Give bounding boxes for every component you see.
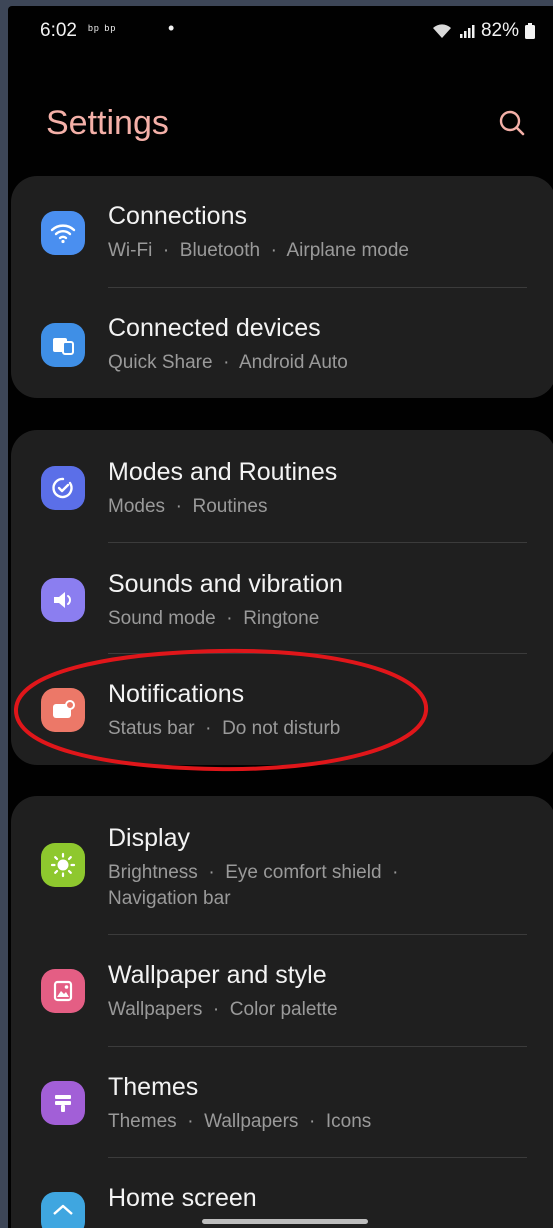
setting-notifications[interactable]: Notifications Status bar · Do not distur… <box>11 653 553 765</box>
setting-display[interactable]: Display Brightness · Eye comfort shield … <box>11 796 553 934</box>
setting-wallpaper-and-style[interactable]: Wallpaper and style Wallpapers · Color p… <box>11 934 553 1046</box>
status-time: 6:02 <box>40 20 77 41</box>
status-right: 82% <box>431 20 535 42</box>
settings-screen: 6:02 ᵇᵖ ᵇᵖ • 82% Settings Connections Wi… <box>8 6 553 1228</box>
setting-summary: Modes · Routines <box>108 496 268 517</box>
notification-icon <box>41 688 85 732</box>
status-bar: 6:02 ᵇᵖ ᵇᵖ • 82% <box>8 6 553 58</box>
battery-percent: 82% <box>480 20 519 41</box>
page-title: Settings <box>46 104 169 142</box>
setting-themes[interactable]: Themes Themes · Wallpapers · Icons <box>11 1046 553 1158</box>
signal-icon <box>459 23 475 39</box>
setting-connections[interactable]: Connections Wi-Fi · Bluetooth · Airplane… <box>11 176 553 288</box>
setting-label: Themes <box>108 1073 199 1101</box>
setting-summary: Brightness · Eye comfort shield · Navigat… <box>108 862 399 909</box>
devices-icon <box>41 323 85 367</box>
home-icon <box>41 1192 85 1228</box>
search-icon <box>499 110 525 136</box>
setting-summary: Status bar · Do not disturb <box>108 718 341 739</box>
setting-home-screen[interactable]: Home screen <box>11 1157 553 1228</box>
setting-label: Notifications <box>108 680 245 708</box>
setting-connected-devices[interactable]: Connected devices Quick Share · Android … <box>11 287 553 399</box>
setting-label: Connected devices <box>108 314 321 342</box>
status-dot: • <box>168 18 175 38</box>
wifi-icon <box>41 211 85 255</box>
setting-summary: Themes · Wallpapers · Icons <box>108 1111 372 1132</box>
speaker-icon <box>41 578 85 622</box>
setting-label: Wallpaper and style <box>108 961 327 989</box>
search-button[interactable] <box>492 104 532 144</box>
setting-summary: Wallpapers · Color palette <box>108 999 338 1020</box>
brightness-icon <box>41 843 85 887</box>
setting-modes-and-routines[interactable]: Modes and Routines Modes · Routines <box>11 430 553 542</box>
notification-status-icons: ᵇᵖ ᵇᵖ <box>88 22 117 37</box>
routines-icon <box>41 466 85 510</box>
setting-label: Sounds and vibration <box>108 570 343 598</box>
settings-group-3: Display Brightness · Eye comfort shield … <box>11 796 553 1228</box>
setting-summary: Quick Share · Android Auto <box>108 352 348 373</box>
wallpaper-icon <box>41 969 85 1013</box>
settings-group-1: Connections Wi-Fi · Bluetooth · Airplane… <box>11 176 553 398</box>
wifi-status-icon <box>431 22 453 40</box>
battery-icon <box>525 23 535 39</box>
themes-icon <box>41 1081 85 1125</box>
setting-summary: Wi-Fi · Bluetooth · Airplane mode <box>108 240 409 261</box>
settings-group-2: Modes and Routines Modes · Routines Soun… <box>11 430 553 765</box>
setting-summary: Sound mode · Ringtone <box>108 608 320 629</box>
setting-label: Modes and Routines <box>108 458 338 486</box>
setting-sounds-and-vibration[interactable]: Sounds and vibration Sound mode · Ringto… <box>11 542 553 654</box>
setting-label: Home screen <box>108 1184 257 1212</box>
setting-label: Display <box>108 824 190 852</box>
setting-label: Connections <box>108 202 247 230</box>
home-indicator[interactable] <box>202 1219 368 1224</box>
